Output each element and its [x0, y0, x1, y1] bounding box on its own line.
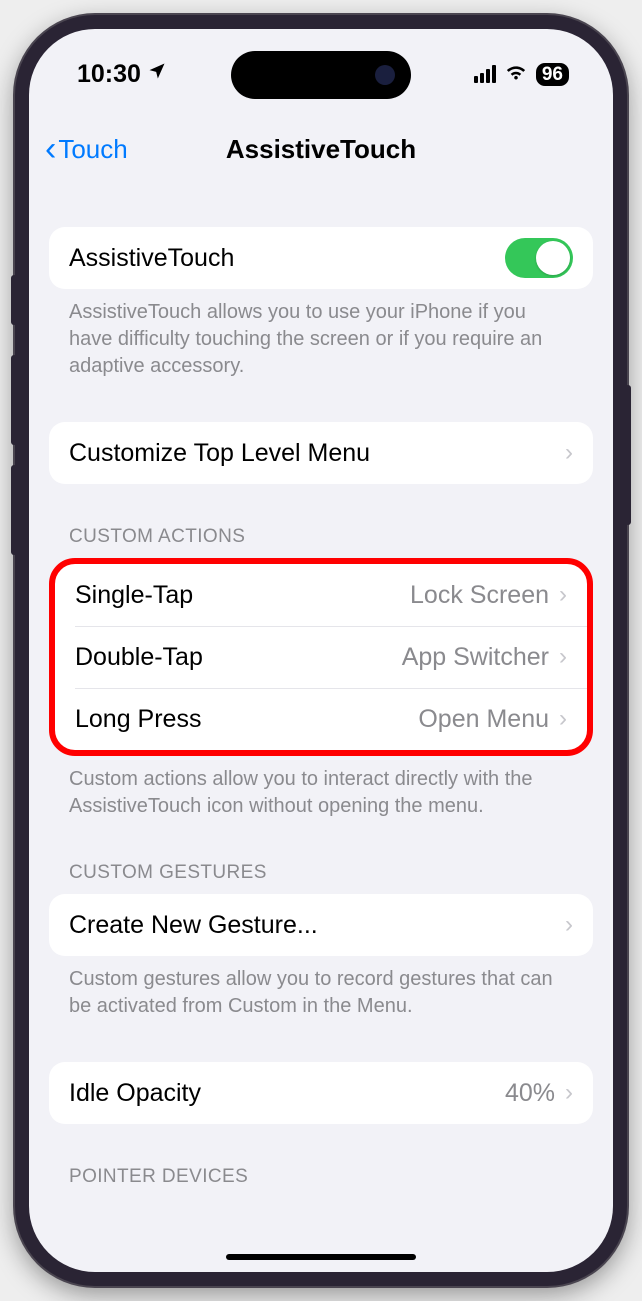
- custom-actions-group: CUSTOM ACTIONS Single-Tap Lock Screen › …: [49, 526, 593, 820]
- single-tap-row[interactable]: Single-Tap Lock Screen ›: [55, 564, 587, 626]
- row-label: Idle Opacity: [69, 1079, 201, 1108]
- customize-top-level-menu-row[interactable]: Customize Top Level Menu ›: [49, 422, 593, 484]
- chevron-right-icon: ›: [565, 439, 573, 467]
- double-tap-row[interactable]: Double-Tap App Switcher ›: [55, 626, 587, 688]
- wifi-icon: [504, 61, 528, 87]
- row-value: App Switcher: [402, 643, 549, 672]
- row-label: Long Press: [75, 705, 201, 734]
- row-label: Single-Tap: [75, 581, 193, 610]
- row-label: Double-Tap: [75, 643, 203, 672]
- dynamic-island: [231, 51, 411, 99]
- chevron-right-icon: ›: [559, 705, 567, 733]
- custom-actions-highlight: Single-Tap Lock Screen › Double-Tap App …: [49, 558, 593, 756]
- assistivetouch-group: AssistiveTouch AssistiveTouch allows you…: [49, 227, 593, 380]
- row-value: Lock Screen: [410, 581, 549, 610]
- chevron-right-icon: ›: [565, 1079, 573, 1107]
- chevron-right-icon: ›: [565, 911, 573, 939]
- location-icon: [147, 61, 167, 87]
- pointer-devices-group: POINTER DEVICES: [49, 1166, 593, 1198]
- screen: 10:30 96 ‹ Touch: [29, 29, 613, 1272]
- group-footer: Custom actions allow you to interact dir…: [49, 756, 593, 820]
- row-value: 40%: [505, 1079, 555, 1108]
- battery-icon: 96: [536, 63, 569, 86]
- idle-opacity-row[interactable]: Idle Opacity 40% ›: [49, 1062, 593, 1124]
- row-value: Open Menu: [418, 705, 549, 734]
- volume-down-button: [11, 465, 17, 555]
- chevron-left-icon: ‹: [45, 141, 56, 158]
- group-header: POINTER DEVICES: [49, 1166, 593, 1198]
- idle-opacity-group: Idle Opacity 40% ›: [49, 1062, 593, 1124]
- row-label: Create New Gesture...: [69, 911, 318, 940]
- status-time: 10:30: [77, 60, 141, 89]
- customize-group: Customize Top Level Menu ›: [49, 422, 593, 484]
- long-press-row[interactable]: Long Press Open Menu ›: [55, 688, 587, 750]
- assistivetouch-toggle-row[interactable]: AssistiveTouch: [49, 227, 593, 289]
- toggle-switch-on[interactable]: [505, 238, 573, 278]
- group-header: CUSTOM GESTURES: [49, 862, 593, 894]
- nav-bar: ‹ Touch AssistiveTouch: [29, 119, 613, 179]
- cellular-icon: [474, 65, 496, 83]
- back-button[interactable]: ‹ Touch: [45, 134, 128, 165]
- row-label: AssistiveTouch: [69, 244, 234, 273]
- group-footer: AssistiveTouch allows you to use your iP…: [49, 289, 593, 380]
- home-indicator[interactable]: [226, 1254, 416, 1260]
- group-footer: Custom gestures allow you to record gest…: [49, 956, 593, 1020]
- power-button: [625, 385, 631, 525]
- create-new-gesture-row[interactable]: Create New Gesture... ›: [49, 894, 593, 956]
- phone-frame: 10:30 96 ‹ Touch: [15, 15, 627, 1286]
- volume-up-button: [11, 355, 17, 445]
- silent-switch: [11, 275, 17, 325]
- custom-gestures-group: CUSTOM GESTURES Create New Gesture... › …: [49, 862, 593, 1020]
- chevron-right-icon: ›: [559, 581, 567, 609]
- back-label: Touch: [58, 134, 127, 165]
- row-label: Customize Top Level Menu: [69, 439, 370, 468]
- group-header: CUSTOM ACTIONS: [49, 526, 593, 558]
- chevron-right-icon: ›: [559, 643, 567, 671]
